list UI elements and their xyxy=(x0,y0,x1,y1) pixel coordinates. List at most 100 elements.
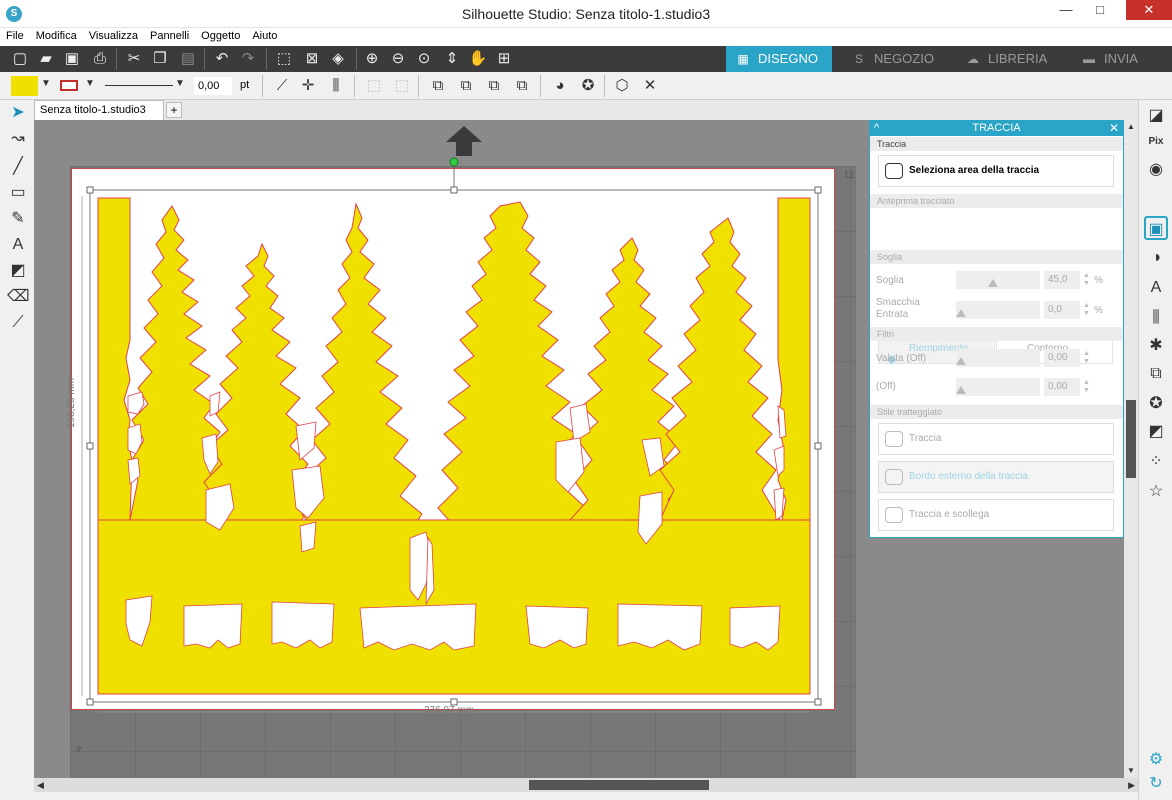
menu-oggetto[interactable]: Oggetto xyxy=(195,28,246,42)
filter2-slider[interactable] xyxy=(956,378,1040,396)
collapse-chevron-icon[interactable]: ^ xyxy=(874,121,879,136)
filter1-spinner[interactable]: ▲ ▼ xyxy=(1083,350,1090,366)
panel-close-icon[interactable]: ✕ xyxy=(1109,121,1119,136)
color-adjust-icon[interactable]: ◑ xyxy=(1144,246,1168,270)
sync-icon[interactable]: ↻ xyxy=(1144,772,1168,796)
bring-front-icon[interactable]: ⧉ xyxy=(428,76,448,96)
tab-negozio[interactable]: S NEGOZIO xyxy=(842,46,952,72)
line-icon[interactable]: ⟋ xyxy=(272,76,292,96)
vertical-scrollbar[interactable]: ▲ ▼ xyxy=(1124,120,1138,778)
chevron-down-icon[interactable]: ▼ xyxy=(85,78,95,89)
sketch-icon[interactable]: ⁘ xyxy=(1144,450,1168,474)
select-all-icon[interactable]: ⬚ xyxy=(274,49,294,69)
zoom-selection-icon[interactable]: ⊙ xyxy=(414,49,434,69)
blur-input[interactable]: 0,0 xyxy=(1044,301,1080,319)
threshold-slider[interactable] xyxy=(956,271,1040,289)
deselect-icon[interactable]: ⊠ xyxy=(302,49,322,69)
replicate-icon[interactable]: ✱ xyxy=(1144,334,1168,358)
minimize-button[interactable]: — xyxy=(1052,0,1080,20)
text-style-icon[interactable]: A xyxy=(1144,276,1168,300)
pixscan-icon[interactable]: Pix xyxy=(1144,130,1168,154)
scroll-down-icon[interactable]: ▼ xyxy=(1127,766,1135,775)
send-backward-icon[interactable]: ⧉ xyxy=(512,76,532,96)
pan-hand-icon[interactable]: ✋ xyxy=(468,49,488,69)
3d-box-icon[interactable]: ⬡ xyxy=(612,76,632,96)
scroll-thumb[interactable] xyxy=(529,780,709,790)
threshold-spinner[interactable]: ▲ ▼ xyxy=(1083,272,1090,288)
star-shape-icon[interactable]: ✪ xyxy=(578,76,598,96)
trace-detach-button[interactable]: Traccia e scollega xyxy=(878,499,1114,531)
close-button[interactable]: ✕ xyxy=(1126,0,1172,20)
line-tool-icon[interactable]: ╱ xyxy=(7,156,29,178)
print-icon[interactable]: ⎙ xyxy=(90,49,110,69)
open-folder-icon[interactable]: ▰ xyxy=(36,49,56,69)
select-by-color-icon[interactable]: ◈ xyxy=(328,49,348,69)
offset-icon[interactable]: ◩ xyxy=(1144,420,1168,444)
filter1-slider[interactable] xyxy=(956,349,1040,367)
chevron-down-icon[interactable]: ▼ xyxy=(41,78,51,89)
blur-spinner[interactable]: ▲ ▼ xyxy=(1083,302,1090,318)
scroll-thumb[interactable] xyxy=(1126,400,1136,478)
group-icon[interactable]: ⬚ xyxy=(364,76,384,96)
menu-modifica[interactable]: Modifica xyxy=(30,28,83,42)
fit-to-window-icon[interactable]: ⊞ xyxy=(494,49,514,69)
undo-icon[interactable]: ↶ xyxy=(212,49,232,69)
tab-disegno[interactable]: ▦ DISEGNO xyxy=(726,46,832,72)
page-setup-icon[interactable]: ◪ xyxy=(1144,104,1168,128)
menu-visualizza[interactable]: Visualizza xyxy=(83,28,144,42)
line-style-selector[interactable] xyxy=(105,85,173,86)
fill-tool-icon[interactable]: ◩ xyxy=(7,260,29,282)
move-icon[interactable]: ✛ xyxy=(298,76,318,96)
new-document-icon[interactable]: ▢ xyxy=(10,49,30,69)
send-back-icon[interactable]: ⧉ xyxy=(456,76,476,96)
point-edit-icon[interactable]: ↝ xyxy=(7,128,29,150)
menu-aiuto[interactable]: Aiuto xyxy=(246,28,283,42)
trace-panel-icon[interactable]: ▣ xyxy=(1144,216,1168,240)
pencil-tool-icon[interactable]: ✎ xyxy=(7,208,29,230)
zoom-in-icon[interactable]: ⊕ xyxy=(362,49,382,69)
trace-button[interactable]: Traccia xyxy=(878,423,1114,455)
eraser-tool-icon[interactable]: ⌫ xyxy=(7,286,30,308)
fill-color-swatch[interactable] xyxy=(11,76,38,96)
select-trace-area-button[interactable]: Seleziona area della traccia xyxy=(878,155,1114,187)
tab-document[interactable]: Senza titolo-1.studio3 xyxy=(34,100,164,120)
select-arrow-icon[interactable]: ➤ xyxy=(7,102,29,124)
align-panel-icon[interactable]: ⫼ xyxy=(1144,306,1168,330)
align-icon[interactable]: ⫼ xyxy=(326,76,346,96)
line-color-swatch[interactable] xyxy=(60,80,78,91)
weld-icon[interactable]: ◕ xyxy=(550,76,570,96)
zoom-out-icon[interactable]: ⊖ xyxy=(388,49,408,69)
scroll-left-icon[interactable]: ◀ xyxy=(37,778,44,792)
tab-invia[interactable]: ▬ INVIA xyxy=(1072,46,1172,72)
modify-icon[interactable]: ✪ xyxy=(1144,392,1168,416)
filter2-input[interactable]: 0,00 xyxy=(1044,378,1080,396)
line-width-input[interactable]: 0,00 xyxy=(194,77,232,95)
fill-panel-icon[interactable]: ◉ xyxy=(1144,158,1168,182)
horizontal-scrollbar[interactable]: ◀ ▶ xyxy=(34,778,1138,792)
chevron-down-icon[interactable]: ▼ xyxy=(175,78,185,89)
bring-forward-icon[interactable]: ⧉ xyxy=(484,76,504,96)
delete-icon[interactable]: ✕ xyxy=(640,76,660,96)
trace-outer-edge-button[interactable]: Bordo esterno della traccia xyxy=(878,461,1114,493)
filter2-spinner[interactable]: ▲ ▼ xyxy=(1083,379,1090,395)
tab-libreria[interactable]: ☁ LIBRERIA xyxy=(956,46,1066,72)
ungroup-icon[interactable]: ⬚ xyxy=(392,76,412,96)
transform-icon[interactable]: ⧉ xyxy=(1144,362,1168,386)
copy-icon[interactable]: ❐ xyxy=(150,49,170,69)
rectangle-tool-icon[interactable]: ▭ xyxy=(7,182,29,204)
paste-icon[interactable]: ▤ xyxy=(178,49,198,69)
scroll-right-icon[interactable]: ▶ xyxy=(1128,778,1135,792)
settings-gear-icon[interactable]: ⚙ xyxy=(1144,748,1168,772)
add-tab-button[interactable]: + xyxy=(166,102,182,118)
filter1-input[interactable]: 0,00 xyxy=(1044,349,1080,367)
text-tool-icon[interactable]: A xyxy=(7,234,29,256)
fit-page-icon[interactable]: ⇕ xyxy=(442,49,462,69)
redo-icon[interactable]: ↷ xyxy=(238,49,258,69)
menu-pannelli[interactable]: Pannelli xyxy=(144,28,195,42)
threshold-input[interactable]: 45,0 xyxy=(1044,271,1080,289)
scroll-up-icon[interactable]: ▲ xyxy=(1127,122,1135,131)
favorites-star-icon[interactable]: ☆ xyxy=(1144,480,1168,504)
save-icon[interactable]: ▣ xyxy=(62,49,82,69)
maximize-button[interactable]: □ xyxy=(1086,0,1114,20)
knife-tool-icon[interactable]: ⟋ xyxy=(7,312,29,334)
